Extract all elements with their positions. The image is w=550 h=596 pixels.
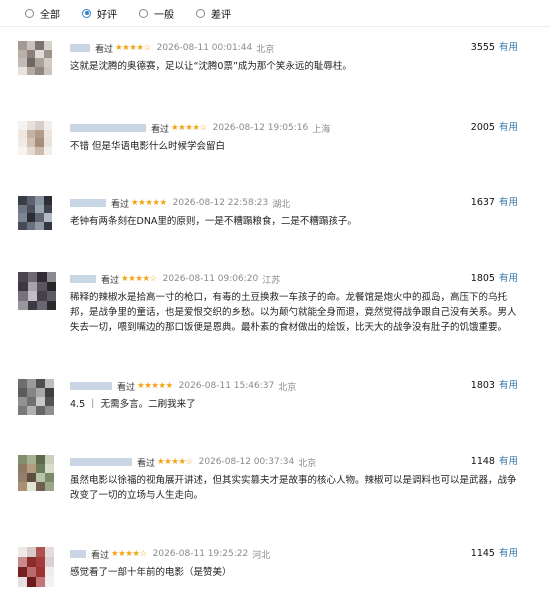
review-time: 2026-08-12 00:37:34 xyxy=(198,457,295,467)
useful-button[interactable]: 有用 xyxy=(499,122,518,133)
useful-button[interactable]: 有用 xyxy=(499,273,518,284)
vote-area: 1145 有用 xyxy=(471,547,518,561)
watch-status: 看过 xyxy=(137,458,156,469)
vote-area: 1637 有用 xyxy=(471,196,518,210)
username[interactable] xyxy=(70,124,146,132)
review-location: 上海 xyxy=(312,124,331,135)
useful-button[interactable]: 有用 xyxy=(499,456,518,467)
review-content: 稀释的辣椒水是拾高一寸的枪口，有毒的土豆换救一车孩子的命。龙餐馆是炮火中的孤岛，… xyxy=(70,292,517,333)
review-location: 湖北 xyxy=(272,199,291,210)
radio-icon[interactable] xyxy=(139,8,148,18)
avatar[interactable] xyxy=(18,41,52,75)
review-time: 2026-08-12 19:05:16 xyxy=(212,123,309,133)
username[interactable] xyxy=(70,550,86,558)
review-location: 北京 xyxy=(256,44,275,55)
review-content: 这就是沈腾的奥德赛，足以让“沈腾0票”成为那个笑永远的耻辱柱。 xyxy=(70,61,352,72)
watch-status: 看过 xyxy=(151,124,170,135)
filter-all[interactable]: 全部 xyxy=(25,6,60,21)
filter-negative[interactable]: 差评 xyxy=(196,6,231,21)
avatar[interactable] xyxy=(18,272,56,310)
review-location: 河北 xyxy=(252,550,271,561)
avatar[interactable] xyxy=(18,547,54,587)
vote-area: 1805 有用 xyxy=(471,272,518,286)
review-meta: 看过 ★★★★☆ 2026-08-12 00:37:34 北京 xyxy=(70,455,316,469)
review-time: 2026-08-12 22:58:23 xyxy=(172,198,269,208)
watch-status: 看过 xyxy=(117,382,136,393)
review-time: 2026-08-11 09:06:20 xyxy=(162,274,259,284)
review-meta: 看过 ★★★★★ 2026-08-11 15:46:37 北京 xyxy=(70,379,296,393)
avatar[interactable] xyxy=(18,121,52,155)
review-content: 虽然电影以徐福的视角展开讲述，但其实实篡夫才是故事的核心人物。辣椒可以是调料也可… xyxy=(70,475,517,501)
avatar[interactable] xyxy=(18,196,52,230)
review-content: 不错 但是华语电影什么时候学会留白 xyxy=(70,141,226,152)
username[interactable] xyxy=(70,382,112,390)
vote-area: 2005 有用 xyxy=(471,121,518,135)
review-content: 老钟有两条刻在DNA里的原则，一是不糟蹋粮食，二是不糟蹋孩子。 xyxy=(70,216,357,227)
vote-count: 2005 xyxy=(470,122,495,133)
avatar[interactable] xyxy=(18,455,54,491)
review-time: 2026-08-11 19:25:22 xyxy=(152,549,249,559)
star-rating: ★★★★★ xyxy=(137,381,173,391)
filter-positive[interactable]: 好评 xyxy=(82,6,117,21)
vote-count: 1145 xyxy=(470,548,495,559)
useful-button[interactable]: 有用 xyxy=(499,548,518,559)
review-time: 2026-08-11 15:46:37 xyxy=(178,381,275,391)
rating-filter-bar: 全部 好评 一般 差评 xyxy=(0,0,550,27)
filter-negative-label: 差评 xyxy=(211,9,231,21)
review-meta: 看过 ★★★★☆ 2026-08-12 19:05:16 上海 xyxy=(70,121,330,135)
vote-count: 3555 xyxy=(470,42,495,53)
vote-area: 3555 有用 xyxy=(471,41,518,55)
vote-count: 1803 xyxy=(470,380,495,391)
review-meta: 看过 ★★★★☆ 2026-08-11 09:06:20 江苏 xyxy=(70,272,280,286)
review-meta: 看过 ★★★★☆ 2026-08-11 00:01:44 北京 xyxy=(70,41,274,55)
review-location: 北京 xyxy=(298,458,317,469)
filter-all-label: 全部 xyxy=(40,9,60,21)
filter-positive-label: 好评 xyxy=(97,9,117,21)
filter-neutral[interactable]: 一般 xyxy=(139,6,174,21)
vote-count: 1637 xyxy=(470,197,495,208)
username[interactable] xyxy=(70,44,90,52)
vote-count: 1148 xyxy=(470,456,495,467)
star-rating: ★★★★☆ xyxy=(171,123,207,133)
radio-checked-icon[interactable] xyxy=(82,8,91,18)
watch-status: 看过 xyxy=(95,44,114,55)
star-rating: ★★★★☆ xyxy=(121,274,157,284)
star-rating: ★★★★★ xyxy=(131,198,167,208)
radio-icon[interactable] xyxy=(196,8,205,18)
watch-status: 看过 xyxy=(91,550,110,561)
radio-icon[interactable] xyxy=(25,8,34,18)
username[interactable] xyxy=(70,199,106,207)
vote-count: 1805 xyxy=(470,273,495,284)
star-rating: ★★★★☆ xyxy=(115,43,151,53)
watch-status: 看过 xyxy=(101,275,120,286)
vote-area: 1148 有用 xyxy=(471,455,518,469)
useful-button[interactable]: 有用 xyxy=(499,197,518,208)
username[interactable] xyxy=(70,275,96,283)
useful-button[interactable]: 有用 xyxy=(499,42,518,53)
review-location: 北京 xyxy=(278,382,297,393)
avatar[interactable] xyxy=(18,379,54,415)
filter-neutral-label: 一般 xyxy=(154,9,174,21)
review-meta: 看过 ★★★★★ 2026-08-12 22:58:23 湖北 xyxy=(70,196,290,210)
review-content: 4.5 ｜ 无需多言。二刷我来了 xyxy=(70,399,196,410)
watch-status: 看过 xyxy=(111,199,130,210)
review-time: 2026-08-11 00:01:44 xyxy=(156,43,253,53)
star-rating: ★★★★☆ xyxy=(111,549,147,559)
star-rating: ★★★★☆ xyxy=(157,457,193,467)
vote-area: 1803 有用 xyxy=(471,379,518,393)
useful-button[interactable]: 有用 xyxy=(499,380,518,391)
review-meta: 看过 ★★★★☆ 2026-08-11 19:25:22 河北 xyxy=(70,547,270,561)
review-content: 感觉看了一部十年前的电影（是赞美） xyxy=(70,567,232,578)
review-location: 江苏 xyxy=(262,275,281,286)
username[interactable] xyxy=(70,458,132,466)
